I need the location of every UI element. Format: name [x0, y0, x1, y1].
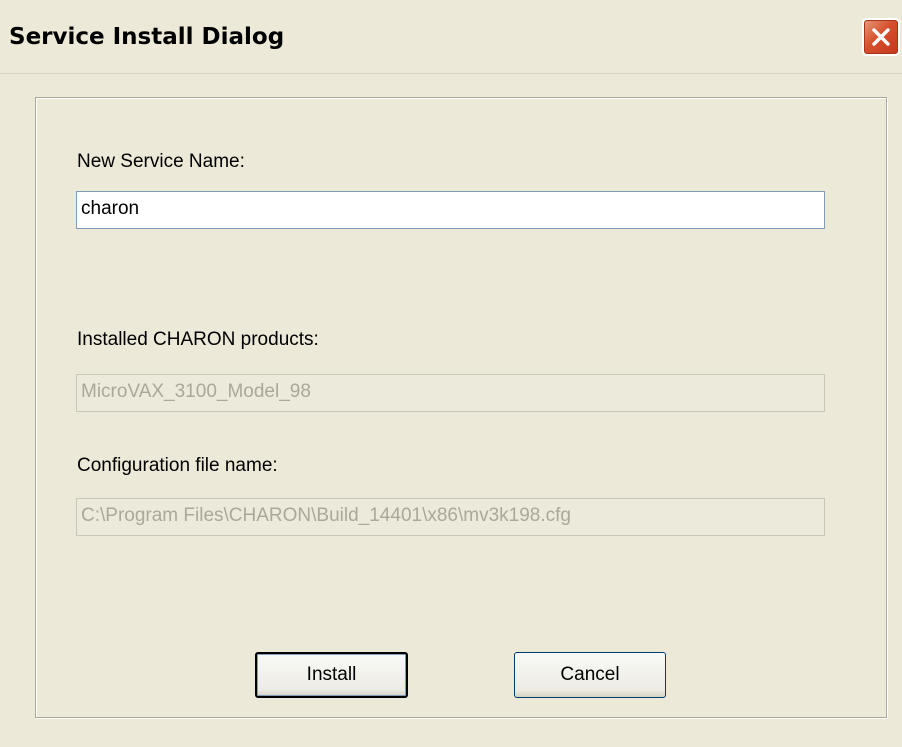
service-install-dialog: Service Install Dialog New Service Name:… — [0, 0, 902, 747]
install-button[interactable]: Install — [255, 652, 408, 698]
service-name-value: charon — [81, 198, 140, 219]
close-button[interactable] — [862, 18, 900, 56]
config-file-value: C:\Program Files\CHARON\Build_14401\x86\… — [81, 505, 571, 526]
close-icon — [872, 28, 890, 46]
config-file-label: Configuration file name: — [77, 455, 278, 476]
service-name-input[interactable]: charon — [76, 191, 825, 229]
products-field: MicroVAX_3100_Model_98 — [76, 374, 825, 412]
config-file-field: C:\Program Files\CHARON\Build_14401\x86\… — [76, 498, 825, 536]
products-label: Installed CHARON products: — [77, 329, 319, 350]
dialog-title: Service Install Dialog — [9, 24, 285, 50]
title-bar[interactable]: Service Install Dialog — [0, 0, 902, 74]
cancel-button[interactable]: Cancel — [514, 652, 666, 698]
service-name-label: New Service Name: — [77, 151, 245, 172]
products-value: MicroVAX_3100_Model_98 — [81, 381, 311, 402]
